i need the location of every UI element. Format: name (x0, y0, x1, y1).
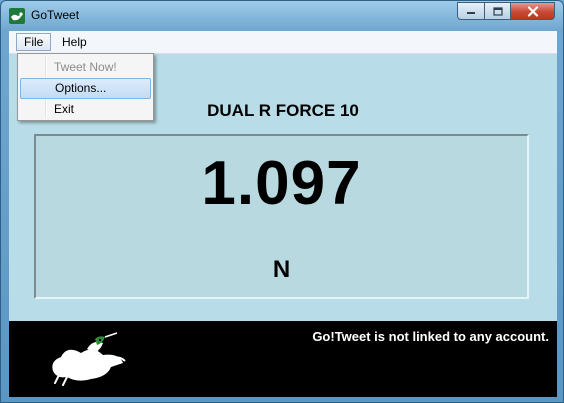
readout-panel: 1.097 N (34, 134, 529, 299)
bird-app-icon (9, 8, 25, 24)
maximize-button[interactable] (484, 2, 510, 20)
close-icon (527, 5, 538, 17)
menu-bar: File Help (9, 31, 557, 54)
menu-file[interactable]: File (16, 33, 52, 51)
maximize-icon (492, 6, 503, 16)
window-title: GoTweet (31, 8, 80, 22)
readout-unit: N (272, 256, 291, 283)
bird-logo-icon (52, 332, 126, 386)
title-bar[interactable]: GoTweet (1, 1, 563, 31)
app-window: GoTweet File Help DUAL R FORCE 10 1.097 … (0, 0, 564, 403)
menu-item-options[interactable]: Options... (20, 78, 151, 99)
caption-buttons (457, 2, 555, 20)
status-footer: Go!Tweet is not linked to any account. (9, 321, 557, 397)
close-button[interactable] (510, 2, 555, 20)
status-message: Go!Tweet is not linked to any account. (312, 329, 549, 344)
menu-help[interactable]: Help (55, 33, 94, 51)
menu-item-tweet-now[interactable]: Tweet Now! (20, 57, 151, 78)
client-area: File Help DUAL R FORCE 10 1.097 N Go!Twe… (9, 31, 557, 397)
minimize-button[interactable] (457, 2, 484, 20)
minimize-icon (467, 12, 475, 14)
menu-item-exit[interactable]: Exit (20, 99, 151, 120)
file-menu-dropdown: Tweet Now! Options... Exit (17, 53, 154, 121)
readout-value: 1.097 (201, 149, 362, 218)
